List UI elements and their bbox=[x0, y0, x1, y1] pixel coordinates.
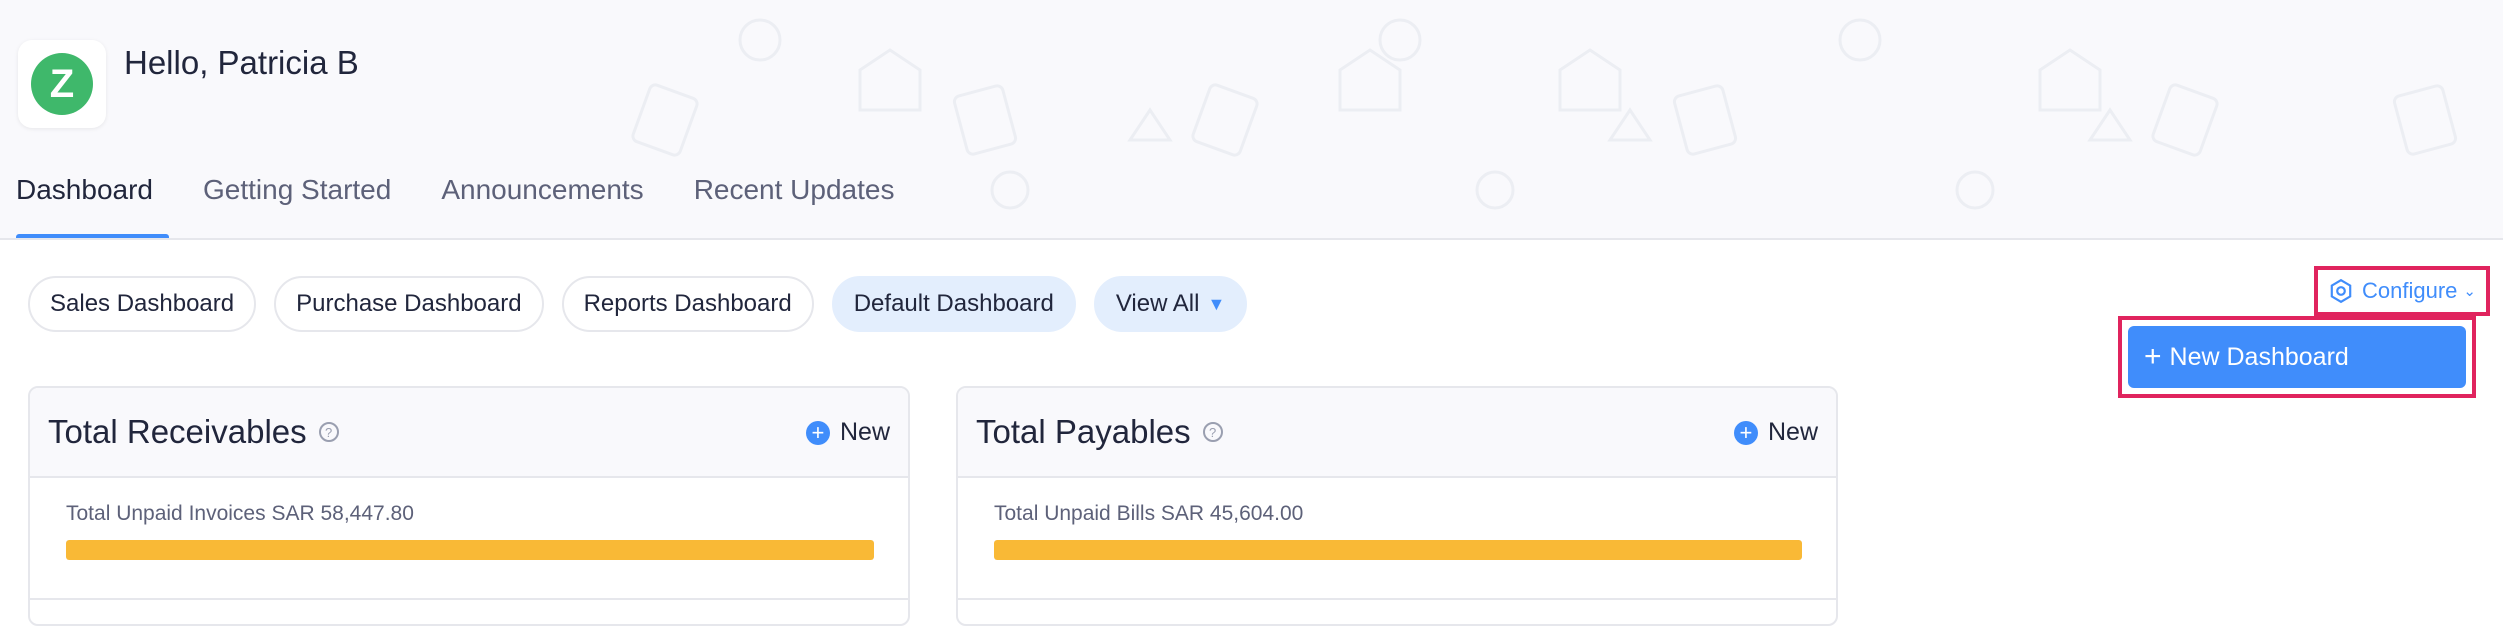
chip-default-dashboard[interactable]: Default Dashboard bbox=[831, 276, 1076, 332]
tab-dashboard[interactable]: Dashboard bbox=[0, 168, 169, 238]
tab-announcements[interactable]: Announcements bbox=[425, 168, 659, 238]
card-title: Total Receivables bbox=[48, 413, 307, 450]
view-all-label: View All bbox=[1115, 290, 1200, 317]
dashboard-header: Z Hello, Patricia B Dashboard Getting St… bbox=[0, 0, 2503, 240]
card-header: Total Payables ? + New bbox=[958, 388, 1836, 478]
unpaid-invoices-label: Total Unpaid Invoices SAR 58,447.80 bbox=[66, 502, 414, 525]
chip-sales-dashboard[interactable]: Sales Dashboard bbox=[28, 276, 257, 332]
chip-reports-dashboard[interactable]: Reports Dashboard bbox=[561, 276, 814, 332]
new-label: New bbox=[839, 418, 890, 446]
new-dashboard-label: New Dashboard bbox=[2169, 342, 2349, 371]
org-logo: Z bbox=[18, 40, 106, 128]
card-header: Total Receivables ? + New bbox=[30, 388, 908, 478]
unpaid-bills-bar-fill bbox=[994, 540, 1802, 560]
unpaid-invoices-bar bbox=[66, 540, 874, 560]
tab-recent-updates[interactable]: Recent Updates bbox=[678, 168, 911, 238]
unpaid-bills-bar bbox=[994, 540, 1802, 560]
card-title: Total Payables bbox=[976, 413, 1191, 450]
question-circle-icon[interactable]: ? bbox=[318, 422, 339, 442]
chevron-down-icon: ▼ bbox=[1207, 293, 1226, 314]
home-tabs: Dashboard Getting Started Announcements … bbox=[0, 168, 928, 238]
divider bbox=[958, 598, 1836, 600]
plus-circle-icon: + bbox=[805, 420, 830, 445]
question-circle-icon[interactable]: ? bbox=[1202, 422, 1223, 442]
chip-purchase-dashboard[interactable]: Purchase Dashboard bbox=[274, 276, 544, 332]
plus-circle-icon: + bbox=[1733, 420, 1758, 445]
configure-button[interactable]: Configure ⌄ bbox=[2314, 266, 2490, 316]
new-dashboard-menu-item[interactable]: + New Dashboard bbox=[2128, 326, 2466, 388]
total-receivables-card: Total Receivables ? + New Total Unpaid I… bbox=[28, 386, 910, 626]
view-all-dropdown[interactable]: View All ▼ bbox=[1093, 276, 1248, 332]
new-invoice-button[interactable]: + New bbox=[805, 418, 890, 447]
total-payables-card: Total Payables ? + New Total Unpaid Bill… bbox=[956, 386, 1838, 626]
settings-hexagon-icon bbox=[2330, 278, 2352, 304]
greeting-title: Hello, Patricia B bbox=[124, 44, 359, 81]
new-label: New bbox=[1767, 418, 1818, 446]
configure-menu: + New Dashboard bbox=[2118, 316, 2476, 398]
unpaid-invoices-bar-fill bbox=[66, 540, 874, 560]
new-bill-button[interactable]: + New bbox=[1733, 418, 1818, 447]
card-body: Total Unpaid Invoices SAR 58,447.80 bbox=[30, 478, 908, 584]
unpaid-bills-label: Total Unpaid Bills SAR 45,604.00 bbox=[994, 502, 1304, 525]
tab-getting-started[interactable]: Getting Started bbox=[187, 168, 407, 238]
card-body: Total Unpaid Bills SAR 45,604.00 bbox=[958, 478, 1836, 584]
plus-icon: + bbox=[2144, 340, 2162, 373]
dashboard-switcher: Sales Dashboard Purchase Dashboard Repor… bbox=[28, 276, 1265, 332]
divider bbox=[30, 598, 908, 600]
chevron-down-icon: ⌄ bbox=[2463, 283, 2476, 300]
configure-label: Configure bbox=[2362, 278, 2458, 303]
org-logo-letter: Z bbox=[31, 53, 93, 115]
